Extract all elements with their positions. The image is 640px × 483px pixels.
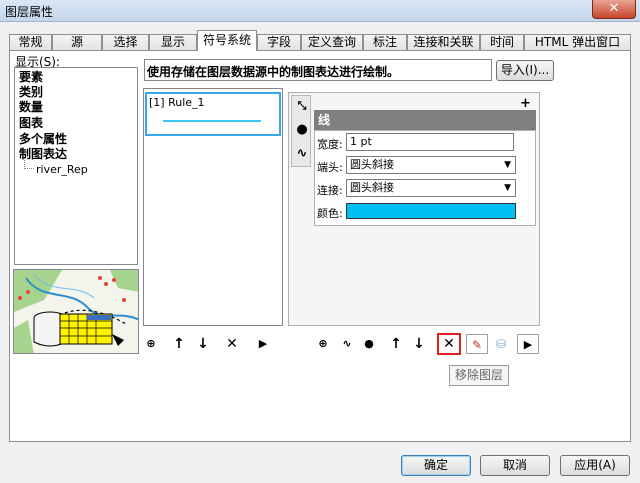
preview-thumbnail xyxy=(13,269,139,354)
tab-joins-relates[interactable]: 连接和关联 xyxy=(407,34,480,51)
cancel-button[interactable]: 取消 xyxy=(480,455,550,476)
title-bar xyxy=(0,0,640,22)
line-layer-header: 线 xyxy=(314,110,536,130)
rule-swatch xyxy=(163,120,261,122)
layer-move-up-icon[interactable]: ↑ xyxy=(385,334,407,354)
color-label: 颜色: xyxy=(317,207,343,220)
more-layers-icon[interactable]: ▶ xyxy=(517,334,539,354)
tab-display[interactable]: 显示 xyxy=(149,34,197,51)
brush-icon[interactable]: ✎ xyxy=(466,334,488,354)
tab-symbology[interactable]: 符号系统 xyxy=(197,30,257,51)
map-preview-icon xyxy=(14,270,138,353)
rule-item[interactable]: [1] Rule_1 xyxy=(145,92,281,136)
category-multiple-attributes[interactable]: 多个属性 xyxy=(19,132,67,147)
add-stroke-layer-icon[interactable]: ∿ xyxy=(336,334,358,354)
tooltip-remove-layer: 移除图层 xyxy=(449,365,509,386)
sub-item-river-rep[interactable]: river_Rep xyxy=(36,163,88,176)
tab-labels[interactable]: 标注 xyxy=(363,34,407,51)
category-charts[interactable]: 图表 xyxy=(19,116,43,131)
add-fill-layer-icon[interactable]: ● xyxy=(358,334,380,354)
import-button[interactable]: 导入(I)... xyxy=(496,60,554,81)
join-value: 圆头斜接 xyxy=(350,181,394,194)
move-down-icon[interactable]: ↓ xyxy=(192,334,214,354)
close-icon: ✕ xyxy=(443,336,455,352)
category-quantities[interactable]: 数量 xyxy=(19,100,43,115)
close-button[interactable]: ✕ xyxy=(592,0,636,19)
move-up-icon[interactable]: ↑ xyxy=(168,334,190,354)
apply-button[interactable]: 应用(A) xyxy=(560,455,630,476)
tree-connector xyxy=(24,160,34,169)
layer-move-down-icon[interactable]: ↓ xyxy=(408,334,430,354)
tab-general[interactable]: 常规 xyxy=(9,34,52,51)
width-label: 宽度: xyxy=(317,138,343,151)
tab-definition-query[interactable]: 定义查询 xyxy=(301,34,363,51)
tab-strip: 常规 源 选择 显示 符号系统 字段 定义查询 标注 连接和关联 时间 HTML… xyxy=(9,30,631,51)
cap-value: 圆头斜接 xyxy=(350,158,394,171)
rule-label: [1] Rule_1 xyxy=(149,96,205,109)
add-layer-icon[interactable]: + xyxy=(520,96,531,111)
delete-rule-icon[interactable]: ✕ xyxy=(221,334,243,354)
layer-type-strip: ⤡ ● ∿ xyxy=(291,95,311,167)
fill-layer-icon[interactable]: ● xyxy=(291,120,313,140)
ok-button[interactable]: 确定 xyxy=(401,455,471,476)
add-rule-icon[interactable]: ⊕ xyxy=(140,334,162,354)
chevron-down-icon: ▼ xyxy=(504,160,511,170)
join-select[interactable]: 圆头斜接 ▼ xyxy=(346,179,516,197)
cap-label: 端头: xyxy=(317,161,343,174)
width-input[interactable]: 1 pt xyxy=(346,133,514,151)
category-categories[interactable]: 类别 xyxy=(19,85,43,100)
tab-fields[interactable]: 字段 xyxy=(257,34,301,51)
join-label: 连接: xyxy=(317,184,343,197)
window-title: 图层属性 xyxy=(5,5,54,19)
tab-time[interactable]: 时间 xyxy=(480,34,524,51)
cap-select[interactable]: 圆头斜接 ▼ xyxy=(346,156,516,174)
marker-layer-icon[interactable]: ⤡ xyxy=(291,96,313,116)
close-icon: ✕ xyxy=(608,1,620,16)
tab-selection[interactable]: 选择 xyxy=(102,34,149,51)
chevron-down-icon: ▼ xyxy=(504,183,511,193)
stroke-layer-icon[interactable]: ∿ xyxy=(291,144,313,164)
remove-layer-button[interactable]: ✕ xyxy=(437,333,461,355)
add-marker-layer-icon[interactable]: ⊕ xyxy=(312,334,334,354)
tab-source[interactable]: 源 xyxy=(52,34,102,51)
tab-html-popup[interactable]: HTML 弹出窗口 xyxy=(524,34,631,51)
representation-description: 使用存储在图层数据源中的制图表达进行绘制。 xyxy=(147,65,400,79)
more-rules-icon[interactable]: ▶ xyxy=(252,334,274,354)
color-swatch[interactable] xyxy=(346,203,516,219)
category-features[interactable]: 要素 xyxy=(19,70,43,85)
database-icon[interactable]: ⛁ xyxy=(490,334,512,354)
